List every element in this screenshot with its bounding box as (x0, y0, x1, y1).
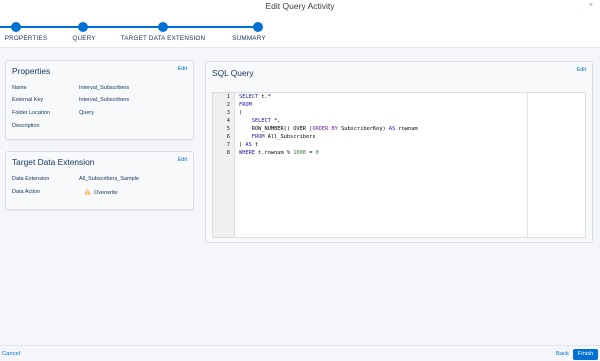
properties-title: Properties (12, 66, 51, 76)
line-number: 4 (226, 118, 230, 124)
step-label-summary[interactable]: SUMMARY (232, 35, 265, 42)
target-data-extension-card: Target Data Extension Edit Data Extensio… (5, 151, 194, 210)
line-number: 3 (226, 110, 230, 116)
cancel-button[interactable]: Cancel (2, 351, 20, 357)
line-number: 7 (226, 142, 230, 148)
field-label-name: Name (12, 85, 27, 91)
code-line: WHERE t.rownum % 1000 = 0 (239, 150, 319, 156)
step-label-target-data-extension[interactable]: TARGET DATA EXTENSION (121, 35, 206, 42)
target-edit-link[interactable]: Edit (178, 157, 187, 163)
code-line: ) AS t (239, 142, 259, 148)
code-line: ( (239, 110, 243, 116)
code-line: FROM All_Subscribers (251, 134, 316, 140)
field-value-name: Interval_Subscribers (79, 85, 130, 91)
modal-header: Edit Query Activity × (0, 0, 600, 13)
back-button[interactable]: Back (556, 351, 569, 357)
line-number: 1 (226, 94, 230, 100)
field-label-folder-location: Folder Location (12, 110, 50, 116)
field-value-data-extension: All_Subscribers_Sample (79, 176, 139, 182)
step-dot-query[interactable] (78, 22, 88, 32)
code-line: FROM (239, 102, 252, 108)
code-line: ROW_NUMBER() OVER (ORDER BY SubscriberKe… (239, 126, 418, 132)
step-dot-summary[interactable] (253, 22, 263, 32)
field-label-data-extension: Data Extension (12, 176, 50, 182)
field-label-external-key: External Key (12, 97, 44, 103)
line-number: 5 (226, 126, 230, 132)
close-icon[interactable]: × (589, 2, 593, 9)
target-title: Target Data Extension (12, 157, 95, 167)
field-value-folder-location: Query (79, 110, 94, 116)
line-number: 8 (226, 150, 230, 156)
field-label-data-action: Data Action (12, 189, 41, 195)
code-line: SELECT *, (251, 118, 281, 124)
print-margin (527, 93, 528, 237)
modal-title: Edit Query Activity (265, 1, 335, 11)
sql-query-card: SQL Query Edit 1 2 3 4 5 6 7 8 SELECT t.… (205, 61, 593, 243)
line-number: 2 (226, 102, 230, 108)
step-label-query[interactable]: QUERY (72, 35, 95, 42)
sql-edit-link[interactable]: Edit (577, 67, 586, 73)
finish-button[interactable]: Finish (573, 349, 598, 360)
line-number-gutter: 1 2 3 4 5 6 7 8 (213, 93, 235, 237)
sql-query-title: SQL Query (212, 68, 254, 78)
progress-track (0, 26, 258, 28)
progress-indicator: PROPERTIES QUERY TARGET DATA EXTENSION S… (0, 13, 600, 46)
field-value-data-action: Overwrite (94, 190, 118, 196)
line-number: 6 (226, 134, 230, 140)
step-dot-properties[interactable] (11, 22, 21, 32)
code-line: SELECT t.* (239, 94, 271, 100)
modal-footer: Cancel Back Finish (0, 345, 600, 361)
sql-code-editor[interactable]: 1 2 3 4 5 6 7 8 SELECT t.* FROM ( SELECT *… (212, 92, 586, 238)
field-value-external-key: Interval_Subscribers (79, 97, 130, 103)
step-dot-target-data-extension[interactable] (158, 22, 168, 32)
warning-icon (84, 188, 91, 195)
step-label-properties[interactable]: PROPERTIES (5, 35, 47, 42)
properties-card: Properties Edit Name Interval_Subscriber… (5, 60, 194, 140)
properties-edit-link[interactable]: Edit (178, 66, 187, 72)
field-label-description: Description (12, 123, 40, 129)
